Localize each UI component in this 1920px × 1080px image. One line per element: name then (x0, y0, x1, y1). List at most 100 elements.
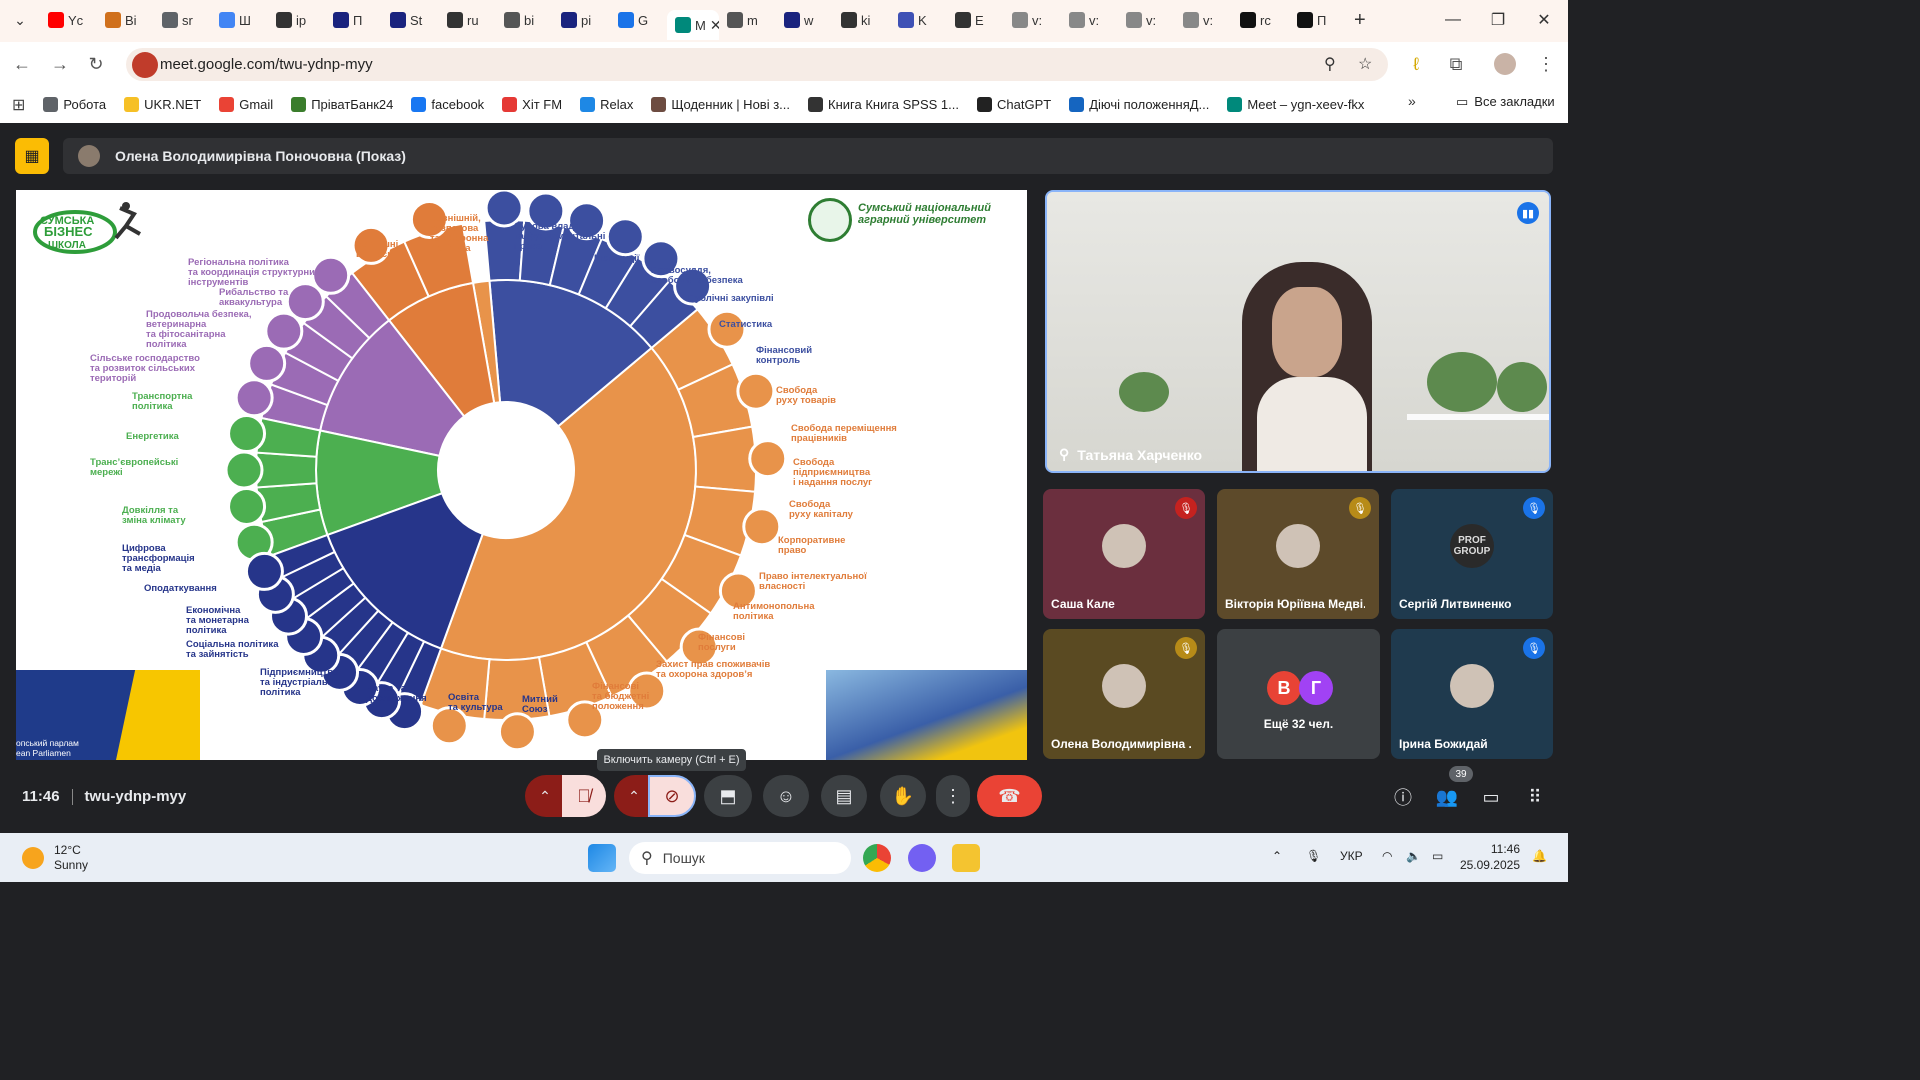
chrome-taskbar-icon[interactable] (863, 844, 891, 872)
tab-5[interactable]: П (325, 5, 382, 35)
reactions-button[interactable]: ☺ (763, 775, 809, 817)
bookmark-5[interactable]: Хіт FM (502, 97, 562, 112)
tab-1[interactable]: Bі (97, 5, 154, 35)
weather-widget[interactable]: 12°C Sunny (22, 843, 88, 873)
tab-21[interactable]: rc (1232, 5, 1289, 35)
bookmark-8[interactable]: Книга Книга SPSS 1... (808, 97, 959, 112)
file-explorer-icon[interactable] (952, 844, 980, 872)
tray-mic-icon[interactable]: 🎙 (1306, 849, 1321, 863)
windows-start-icon[interactable] (588, 844, 616, 872)
system-clock[interactable]: 11:46 25.09.2025 (1460, 841, 1520, 873)
site-info-icon[interactable] (132, 52, 158, 78)
participant-tile[interactable]: 🎙 Ірина Божидай (1391, 629, 1553, 759)
close-window-icon[interactable]: ✕ (1521, 0, 1567, 40)
speaker-tile[interactable]: ▮▮ ⚲ Татьяна Харченко (1045, 190, 1551, 473)
microphone-off-button[interactable]: 🎙̸ (562, 775, 606, 817)
restore-icon[interactable]: ❐ (1475, 0, 1521, 40)
chat-icon[interactable]: ▭ (1477, 783, 1505, 811)
folder-icon: ▭ (1456, 94, 1469, 109)
taskbar-search[interactable]: ⚲ Пошук (629, 842, 851, 874)
tab-22[interactable]: П (1289, 5, 1346, 35)
tab-17[interactable]: v: (1004, 5, 1061, 35)
bookmark-3[interactable]: ПріватБанк24 (291, 97, 393, 112)
bookmark-2[interactable]: Gmail (219, 97, 273, 112)
bookmark-4[interactable]: facebook (411, 97, 484, 112)
bookmark-1[interactable]: UKR.NET (124, 97, 201, 112)
apps-grid-icon[interactable]: ⊞ (12, 95, 25, 115)
extensions-puzzle-icon[interactable]: ⧉ (1442, 50, 1470, 78)
viber-taskbar-icon[interactable] (908, 844, 936, 872)
tab-3[interactable]: Ш (211, 5, 268, 35)
tab-16[interactable]: E (947, 5, 1004, 35)
chapter-label-blue-5: Фінансовий контроль (756, 345, 813, 366)
participant-tile[interactable]: 🎙 Олена Володимирівна ... (1043, 629, 1205, 759)
tab-13[interactable]: w (776, 5, 833, 35)
browser-menu-icon[interactable]: ⋮ (1532, 50, 1560, 78)
bookmark-0[interactable]: Робота (43, 97, 106, 112)
tab-15[interactable]: K (890, 5, 947, 35)
tab-2[interactable]: sr (154, 5, 211, 35)
notifications-icon[interactable]: 🔔 (1532, 849, 1547, 863)
bookmark-10[interactable]: Діючі положенняД... (1069, 97, 1209, 112)
tab-14[interactable]: ki (833, 5, 890, 35)
volume-icon[interactable]: 🔈 (1406, 849, 1421, 863)
forward-icon[interactable]: → (46, 50, 74, 78)
close-tab-icon[interactable]: ✕ (710, 17, 719, 34)
tab-18[interactable]: v: (1061, 5, 1118, 35)
tab-7[interactable]: ru (439, 5, 496, 35)
bookmark-6[interactable]: Relax (580, 97, 633, 112)
meeting-details-icon[interactable]: ⓘ (1389, 783, 1417, 811)
camera-off-button[interactable]: ⊘ (648, 775, 696, 817)
flags-photo (826, 670, 1027, 760)
leave-call-button[interactable]: ☎ (977, 775, 1042, 817)
omnibox[interactable]: meet.google.com/twu-ydnp-myy ⚲ ☆ (126, 48, 1388, 81)
profile-avatar[interactable] (1494, 53, 1516, 75)
tab-search-icon[interactable]: ⌄ (0, 0, 40, 40)
tab-8[interactable]: bi (496, 5, 553, 35)
battery-icon[interactable]: ▭ (1432, 849, 1443, 863)
participant-tile[interactable]: 🎙 Вікторія Юріївна Медві... (1217, 489, 1379, 619)
audio-options-button[interactable]: ⌃ (525, 775, 565, 817)
bookmark-label: Gmail (239, 97, 274, 112)
extension-icon[interactable]: ℓ (1402, 50, 1430, 78)
new-tab-icon[interactable]: + (1346, 5, 1376, 35)
input-language[interactable]: УКР (1340, 849, 1363, 863)
reload-icon[interactable]: ↻ (82, 50, 110, 78)
tab-0[interactable]: Yc (40, 5, 97, 35)
participant-tile[interactable]: 🎙 Саша Кале (1043, 489, 1205, 619)
tab-favicon (1012, 12, 1028, 28)
tray-overflow-icon[interactable]: ⌃ (1272, 849, 1282, 863)
browser-chrome: ⌄ Yc Bі sr Шip П St ru bi pі G M ✕ m w ki K Ev: v: v: v: rc П… (0, 0, 1568, 123)
people-icon[interactable]: 👥 (1433, 783, 1461, 811)
more-participants-tile[interactable]: В Г Ещё 32 чел. (1217, 629, 1380, 759)
activities-icon[interactable]: ⠿ (1521, 783, 1549, 811)
back-icon[interactable]: ← (8, 50, 36, 78)
wifi-icon[interactable]: ◠ (1382, 849, 1392, 863)
tab-label: m (747, 12, 758, 28)
bookmark-7[interactable]: Щоденник | Нові з... (651, 97, 790, 112)
tab-10[interactable]: G (610, 5, 667, 35)
participant-tile[interactable]: PROF GROUP 🎙 Сергій Литвиненко (1391, 489, 1553, 619)
bookmark-star-icon[interactable]: ☆ (1358, 54, 1372, 74)
more-options-button[interactable]: ⋮ (936, 775, 970, 817)
tab-11[interactable]: M ✕ (667, 10, 719, 40)
captions-button[interactable]: ▤ (821, 775, 867, 817)
tab-12[interactable]: m (719, 5, 776, 35)
zoom-icon[interactable]: ⚲ (1324, 54, 1336, 74)
raise-hand-button[interactable]: ✋ (880, 775, 926, 817)
minimize-icon[interactable]: — (1430, 0, 1476, 40)
present-screen-button[interactable]: ⬒ (704, 775, 752, 817)
more-participants-label: Ещё 32 чел. (1263, 717, 1334, 731)
sector-internal-market-ray (691, 425, 757, 493)
tab-6[interactable]: St (382, 5, 439, 35)
tab-19[interactable]: v: (1118, 5, 1175, 35)
bookmark-11[interactable]: Meet – ygn-xeev-fkx (1227, 97, 1364, 112)
bookmarks-overflow-icon[interactable]: » (1408, 93, 1416, 109)
tab-9[interactable]: pі (553, 5, 610, 35)
tab-20[interactable]: v: (1175, 5, 1232, 35)
tab-4[interactable]: ip (268, 5, 325, 35)
bookmark-9[interactable]: ChatGPT (977, 97, 1051, 112)
mic-muted-icon: 🎙 (1175, 637, 1197, 659)
presentation-icon[interactable]: ▦ (15, 138, 49, 174)
all-bookmarks[interactable]: ▭ Все закладки (1456, 94, 1555, 110)
